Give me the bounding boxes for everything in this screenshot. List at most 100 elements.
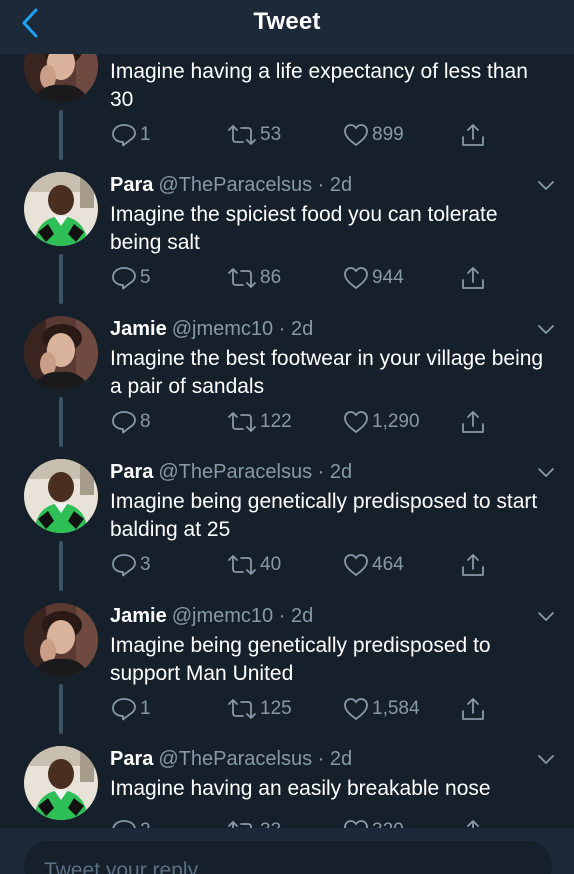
like-button[interactable]: 944 (342, 265, 404, 291)
timestamp: 2d (290, 318, 314, 340)
share-button[interactable] (460, 409, 486, 435)
tweet-meta: Jamie @jmemc10 · 2d (110, 318, 313, 341)
tweet-text: Imagine the spiciest food you can tolera… (110, 203, 498, 254)
chevron-down-icon (538, 181, 554, 190)
reply-composer-bar (0, 828, 574, 874)
tweet[interactable]: Para @TheParacelsus · 2d Imagine the spic… (0, 172, 574, 316)
reply-count: 5 (140, 267, 151, 288)
tweet-meta: Para @TheParacelsus · 2d (110, 748, 352, 771)
share-button[interactable] (460, 696, 486, 722)
share-icon (462, 554, 484, 576)
reply-input[interactable] (24, 841, 552, 874)
separator-dot: · (278, 605, 286, 627)
share-button[interactable] (460, 122, 486, 148)
avatar[interactable] (24, 54, 98, 103)
reply-button[interactable]: 8 (110, 409, 151, 435)
reply-button[interactable]: 1 (110, 122, 151, 148)
tweet[interactable]: Imagine having a life expectancy of less… (0, 54, 574, 173)
retweet-icon (228, 555, 256, 575)
heart-icon (344, 411, 368, 433)
tweet-menu-button[interactable] (535, 748, 557, 770)
avatar[interactable] (24, 746, 98, 820)
avatar[interactable] (24, 603, 98, 677)
tweet-actions: 2 33 320 (110, 818, 550, 828)
reply-button[interactable]: 3 (110, 552, 151, 578)
like-count: 464 (372, 554, 404, 575)
retweet-count: 86 (260, 267, 282, 288)
reply-button[interactable]: 2 (110, 818, 151, 828)
reply-count: 2 (140, 820, 151, 828)
user-handle[interactable]: @TheParacelsus (158, 174, 312, 196)
tweet-meta: Para @TheParacelsus · 2d (110, 174, 352, 197)
tweet-menu-button[interactable] (535, 174, 557, 196)
profile-photo (24, 54, 98, 103)
tweet[interactable]: Para @TheParacelsus · 2d Imagine having a… (0, 746, 574, 828)
heart-icon (344, 124, 368, 146)
reply-button[interactable]: 1 (110, 696, 151, 722)
tweet-meta: Para @TheParacelsus · 2d (110, 461, 352, 484)
profile-photo (24, 603, 98, 677)
timestamp: 2d (329, 174, 353, 196)
retweet-button[interactable]: 53 (226, 122, 281, 148)
display-name[interactable]: Para (110, 174, 153, 196)
tweet-text: Imagine having a life expectancy of less… (110, 60, 528, 111)
chevron-down-icon (538, 755, 554, 764)
user-handle[interactable]: @TheParacelsus (158, 461, 312, 483)
reply-icon (112, 554, 136, 577)
tweet-menu-button[interactable] (535, 461, 557, 483)
tweet[interactable]: Jamie @jmemc10 · 2d Imagine being genetic… (0, 603, 574, 747)
share-button[interactable] (460, 265, 486, 291)
avatar[interactable] (24, 459, 98, 533)
like-button[interactable]: 1,584 (342, 696, 420, 722)
tweet[interactable]: Para @TheParacelsus · 2d Imagine being ge… (0, 459, 574, 603)
tweet-thread[interactable]: Imagine having a life expectancy of less… (0, 54, 574, 828)
retweet-button[interactable]: 40 (226, 552, 281, 578)
retweet-icon (228, 125, 256, 145)
like-button[interactable]: 464 (342, 552, 404, 578)
user-handle[interactable]: @TheParacelsus (158, 748, 312, 770)
reply-count: 1 (140, 698, 151, 719)
retweet-button[interactable]: 125 (226, 696, 292, 722)
separator-dot: · (317, 461, 325, 483)
profile-photo (24, 172, 98, 246)
heart-icon (344, 698, 368, 720)
tweet[interactable]: Jamie @jmemc10 · 2d Imagine the best foot… (0, 316, 574, 460)
like-count: 1,584 (372, 698, 420, 719)
retweet-count: 33 (260, 820, 281, 828)
display-name[interactable]: Para (110, 461, 153, 483)
display-name[interactable]: Para (110, 748, 153, 770)
like-button[interactable]: 320 (342, 818, 404, 828)
profile-photo (24, 459, 98, 533)
display-name[interactable]: Jamie (110, 318, 167, 340)
tweet-actions: 1 125 1,584 (110, 696, 550, 722)
user-handle[interactable]: @jmemc10 (172, 605, 273, 627)
retweet-icon (228, 699, 256, 719)
share-icon (462, 124, 484, 146)
retweet-icon (228, 412, 256, 432)
share-icon (462, 411, 484, 433)
tweet-actions: 3 40 464 (110, 552, 550, 578)
page-title: Tweet (253, 8, 321, 35)
retweet-count: 125 (260, 698, 292, 719)
tweet-text: Imagine the best footwear in your villag… (110, 347, 544, 398)
tweet-menu-button[interactable] (535, 605, 557, 627)
avatar[interactable] (24, 316, 98, 390)
reply-count: 3 (140, 554, 151, 575)
reply-button[interactable]: 5 (110, 265, 151, 291)
tweet-meta: Jamie @jmemc10 · 2d (110, 605, 313, 628)
display-name[interactable]: Jamie (110, 605, 167, 627)
retweet-button[interactable]: 33 (226, 818, 281, 828)
like-button[interactable]: 899 (342, 122, 404, 148)
like-button[interactable]: 1,290 (342, 409, 420, 435)
avatar[interactable] (24, 172, 98, 246)
retweet-button[interactable]: 86 (226, 265, 281, 291)
reply-icon (112, 267, 136, 290)
user-handle[interactable]: @jmemc10 (172, 318, 273, 340)
profile-photo (24, 746, 98, 820)
share-button[interactable] (460, 818, 486, 828)
timestamp: 2d (329, 748, 353, 770)
retweet-count: 122 (260, 411, 292, 432)
tweet-menu-button[interactable] (535, 318, 557, 340)
share-button[interactable] (460, 552, 486, 578)
retweet-button[interactable]: 122 (226, 409, 292, 435)
